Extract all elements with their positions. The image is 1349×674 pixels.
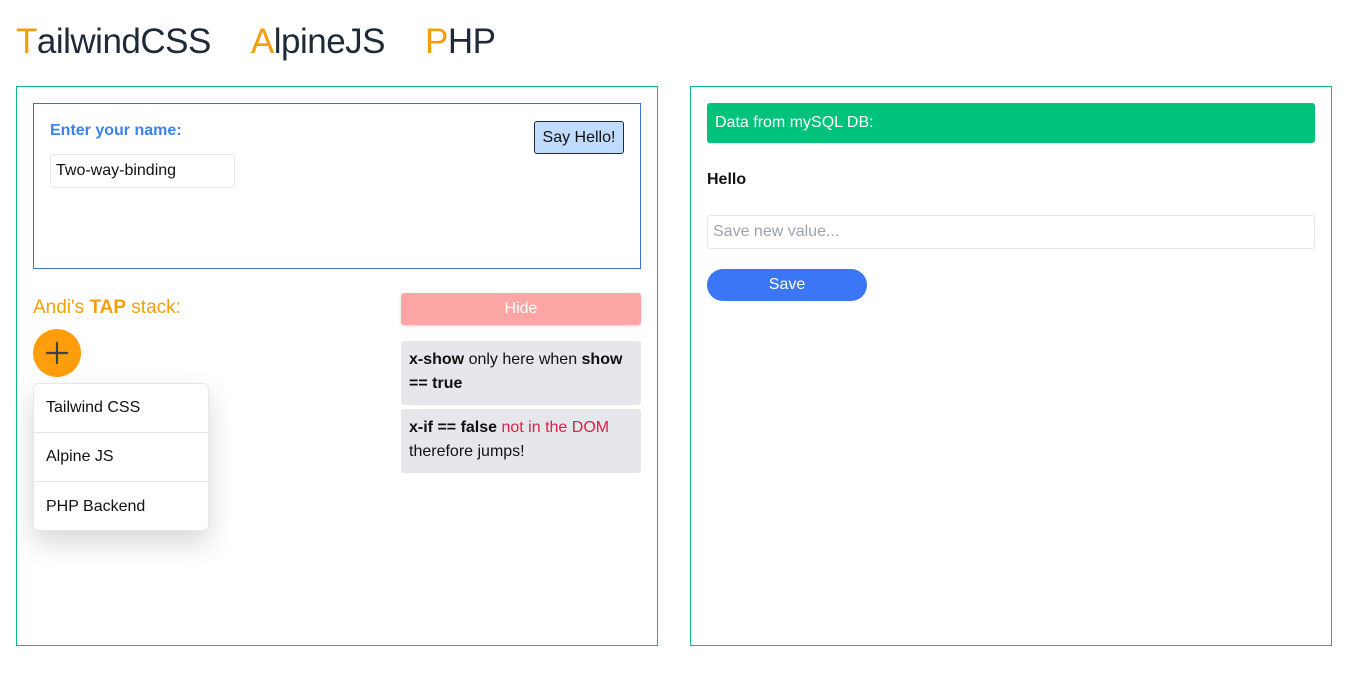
db-panel: Data from mySQL DB: Hello Save (690, 86, 1332, 646)
plus-icon (45, 341, 69, 365)
add-stack-button[interactable] (33, 329, 81, 377)
stack-item-tailwind[interactable]: Tailwind CSS (34, 384, 208, 433)
new-value-input[interactable] (707, 215, 1315, 249)
save-button[interactable]: Save (707, 269, 867, 301)
x-show-note: x-show only here when show == true (401, 341, 641, 405)
app-header: TailwindCSS AlpineJS PHP (16, 22, 496, 66)
name-input[interactable] (50, 154, 235, 188)
brand-php: PHP (425, 22, 496, 61)
name-card: Enter your name: Say Hello! (33, 103, 641, 269)
brand-alpinejs: AlpineJS (250, 22, 386, 61)
brand-tailwindcss: TailwindCSS (16, 22, 211, 61)
say-hello-button[interactable]: Say Hello! (534, 121, 624, 154)
stack-item-alpine[interactable]: Alpine JS (34, 433, 208, 482)
alpine-demo-panel: Enter your name: Say Hello! Andi's TAP s… (16, 86, 658, 646)
db-value: Hello (707, 171, 747, 188)
x-if-note: x-if == false not in the DOM therefore j… (401, 409, 641, 473)
name-label: Enter your name: (50, 122, 182, 139)
db-header: Data from mySQL DB: (707, 103, 1315, 143)
stack-title: Andi's TAP stack: (33, 297, 181, 318)
hide-button[interactable]: Hide (401, 293, 641, 325)
stack-dropdown: Tailwind CSS Alpine JS PHP Backend (33, 383, 209, 531)
stack-item-php[interactable]: PHP Backend (34, 482, 208, 530)
